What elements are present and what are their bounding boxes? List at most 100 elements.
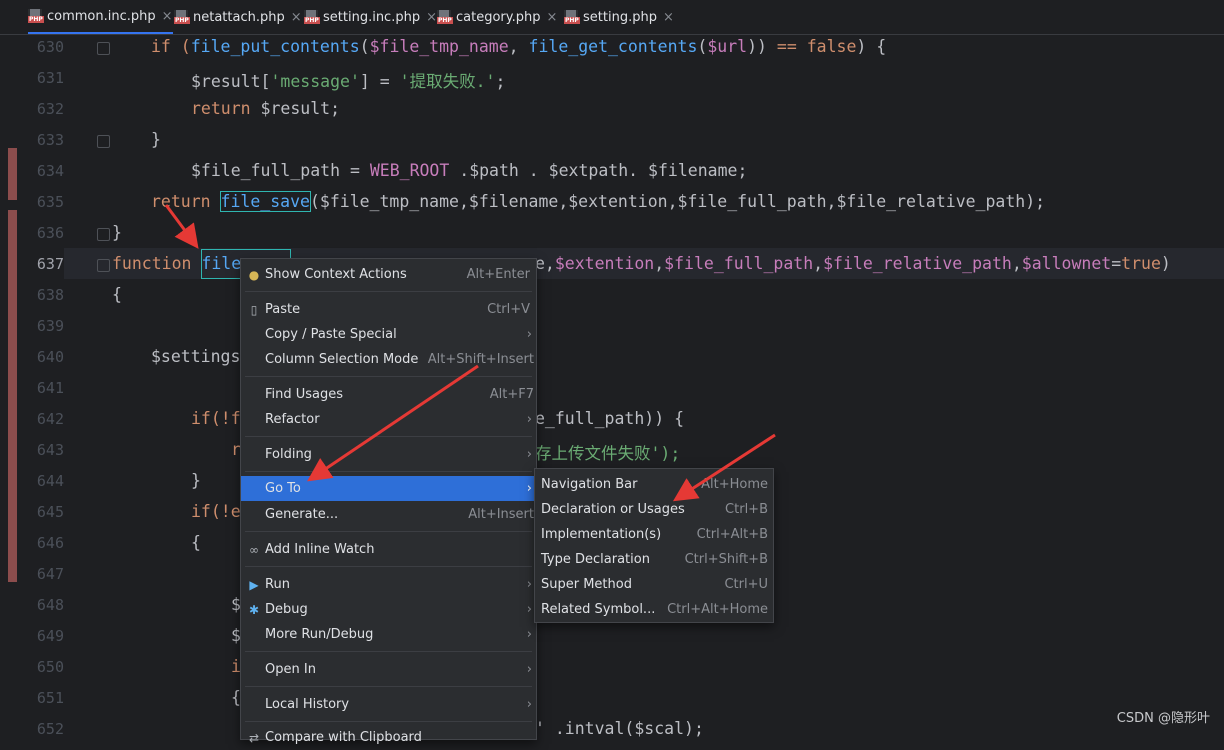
menu-item-find-usages[interactable]: Find Usages Alt+F7 (241, 382, 536, 407)
change-marker[interactable] (8, 210, 17, 582)
chevron-right-icon: › (526, 577, 532, 592)
goto-submenu: Navigation Bar Alt+Home Declaration or U… (534, 468, 774, 623)
line-number: 650 (36, 658, 64, 676)
menu-item-run[interactable]: ▶ Run › (241, 572, 536, 597)
tab-category-php[interactable]: PHP category.php × (437, 0, 557, 34)
menu-item-refactor[interactable]: Refactor › (241, 407, 536, 432)
menu-item-paste[interactable]: ▯ Paste Ctrl+V (241, 297, 536, 322)
code-line-636[interactable]: } (112, 223, 122, 242)
menu-separator (245, 291, 532, 292)
code-line-643-end[interactable]: 存上传文件失败'); (535, 440, 680, 464)
code-line-640[interactable]: $settings (151, 347, 240, 366)
menu-separator (245, 721, 532, 722)
submenu-item-super-method[interactable]: Super Method Ctrl+U (535, 572, 773, 597)
php-file-icon: PHP (174, 10, 190, 24)
menu-separator (245, 436, 532, 437)
code-line-630[interactable]: if (file_put_contents($file_tmp_name, fi… (151, 37, 886, 56)
menu-separator (245, 566, 532, 567)
close-icon[interactable]: × (663, 10, 674, 25)
code-line-645[interactable]: if(!e (191, 502, 241, 521)
chevron-right-icon: › (526, 481, 532, 496)
close-icon[interactable]: × (291, 10, 302, 25)
close-icon[interactable]: × (426, 10, 437, 25)
line-number: 643 (36, 441, 64, 459)
code-line-632[interactable]: return $result; (191, 99, 340, 118)
menu-item-copy-paste-special[interactable]: Copy / Paste Special › (241, 322, 536, 347)
menu-separator (245, 651, 532, 652)
line-number: 637 (36, 255, 64, 273)
line-number: 645 (36, 503, 64, 521)
line-number: 641 (36, 379, 64, 397)
line-number: 634 (36, 162, 64, 180)
code-line-637-end[interactable]: e,$extention,$file_full_path,$file_relat… (535, 254, 1171, 273)
php-file-icon: PHP (304, 10, 320, 24)
debug-icon: ✱ (248, 602, 260, 617)
code-line-635[interactable]: return file_save($file_tmp_name,$filenam… (151, 191, 1045, 212)
line-number: 630 (36, 38, 64, 56)
tab-setting-inc-php[interactable]: PHP setting.inc.php × (304, 0, 437, 34)
menu-item-open-in[interactable]: Open In › (241, 657, 536, 682)
chevron-right-icon: › (526, 662, 532, 677)
php-file-icon: PHP (28, 9, 44, 23)
code-line-633[interactable]: } (151, 130, 161, 149)
tab-label: setting.inc.php (323, 9, 421, 25)
code-line-644[interactable]: } (191, 471, 201, 490)
tab-netattach-php[interactable]: PHP netattach.php × (174, 0, 302, 34)
menu-separator (245, 531, 532, 532)
run-icon: ▶ (249, 577, 259, 592)
chevron-right-icon: › (526, 697, 532, 712)
fold-marker-icon[interactable] (97, 135, 110, 148)
watermark: CSDN @隐形叶 (1116, 711, 1210, 726)
line-number: 642 (36, 410, 64, 428)
code-line-634[interactable]: $file_full_path = WEB_ROOT .$path . $ext… (191, 161, 747, 180)
submenu-item-navigation-bar[interactable]: Navigation Bar Alt+Home (535, 472, 773, 497)
line-number: 635 (36, 193, 64, 211)
submenu-item-type-declaration[interactable]: Type Declaration Ctrl+Shift+B (535, 547, 773, 572)
code-line-646[interactable]: { (191, 533, 201, 552)
submenu-item-implementations[interactable]: Implementation(s) Ctrl+Alt+B (535, 522, 773, 547)
code-line-642-start[interactable]: if(!f (191, 409, 241, 428)
code-line-642-end[interactable]: e_full_path)) { (535, 409, 684, 428)
submenu-item-declaration-or-usages[interactable]: Declaration or Usages Ctrl+B (535, 497, 773, 522)
menu-item-more-run-debug[interactable]: More Run/Debug › (241, 622, 536, 647)
menu-item-column-selection-mode[interactable]: Column Selection Mode Alt+Shift+Insert (241, 347, 536, 372)
tab-label: common.inc.php (47, 8, 156, 24)
menu-item-debug[interactable]: ✱ Debug › (241, 597, 536, 622)
code-line-638[interactable]: { (112, 285, 122, 304)
fold-marker-icon[interactable] (97, 259, 110, 272)
line-number: 632 (36, 100, 64, 118)
php-file-icon: PHP (564, 10, 580, 24)
code-line-652[interactable]: ' .intval($scal); (535, 719, 704, 738)
chevron-right-icon: › (526, 602, 532, 617)
chevron-right-icon: › (526, 327, 532, 342)
line-number: 651 (36, 689, 64, 707)
menu-separator (245, 686, 532, 687)
menu-item-go-to[interactable]: Go To › (241, 476, 536, 501)
tab-common-inc-php[interactable]: PHP common.inc.php × (28, 0, 173, 34)
tab-label: setting.php (583, 9, 657, 25)
tab-label: category.php (456, 9, 541, 25)
editor-context-menu: ● Show Context Actions Alt+Enter ▯ Paste… (240, 258, 537, 745)
line-number: 640 (36, 348, 64, 366)
menu-item-add-inline-watch[interactable]: ∞ Add Inline Watch (241, 537, 536, 562)
close-icon[interactable]: × (546, 10, 557, 25)
menu-item-show-context-actions[interactable]: ● Show Context Actions Alt+Enter (241, 262, 536, 287)
editor-tab-bar: PHP common.inc.php × PHP netattach.php ×… (0, 0, 1224, 35)
menu-item-generate[interactable]: Generate... Alt+Insert (241, 502, 536, 527)
menu-item-folding[interactable]: Folding › (241, 442, 536, 467)
line-number: 636 (36, 224, 64, 242)
code-line-631[interactable]: $result['message'] = '提取失败.'; (191, 68, 505, 92)
fold-marker-icon[interactable] (97, 42, 110, 55)
line-number: 638 (36, 286, 64, 304)
chevron-right-icon: › (526, 447, 532, 462)
watch-icon: ∞ (249, 542, 259, 557)
menu-separator (245, 471, 532, 472)
line-number: 649 (36, 627, 64, 645)
menu-item-local-history[interactable]: Local History › (241, 692, 536, 717)
chevron-right-icon: › (526, 627, 532, 642)
submenu-item-related-symbol[interactable]: Related Symbol... Ctrl+Alt+Home (535, 597, 773, 622)
close-icon[interactable]: × (162, 9, 173, 24)
change-marker[interactable] (8, 148, 17, 200)
fold-marker-icon[interactable] (97, 228, 110, 241)
tab-setting-php[interactable]: PHP setting.php × (564, 0, 674, 34)
